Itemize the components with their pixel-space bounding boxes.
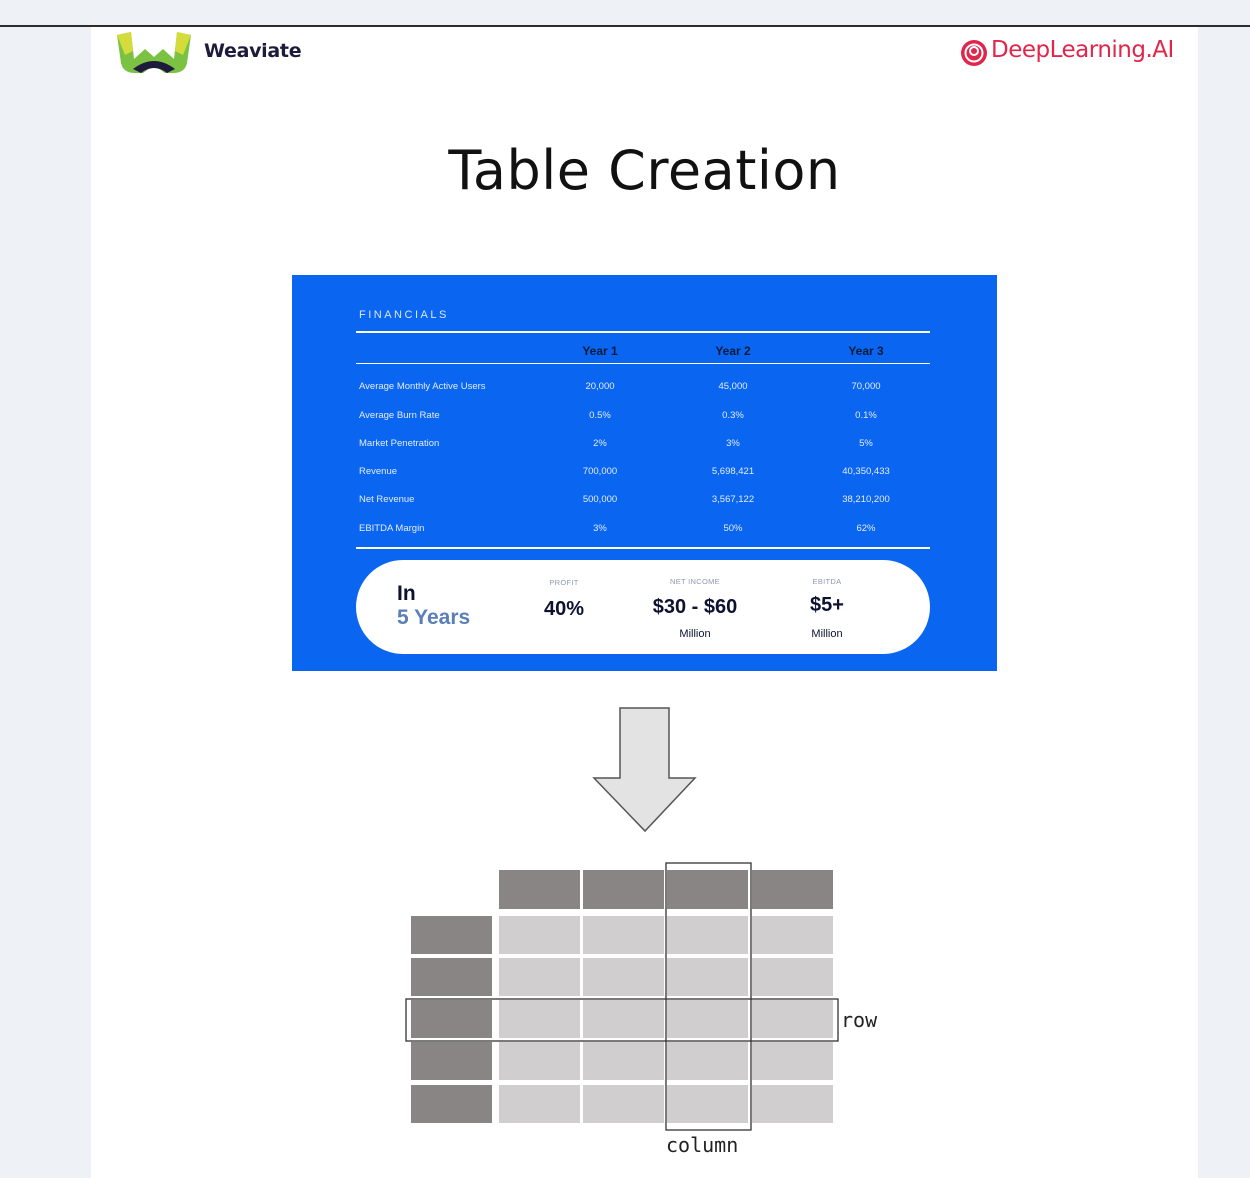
column-label: column — [666, 1133, 739, 1157]
table-body-cell — [667, 958, 748, 996]
down-arrow-icon — [592, 707, 697, 833]
column-header-cell — [499, 870, 580, 909]
column-header-cell — [583, 870, 664, 909]
table-body-cell — [499, 916, 580, 954]
table-body-cell — [667, 1000, 748, 1038]
row-header-cell — [411, 1000, 492, 1038]
table-body-cell — [752, 1042, 833, 1080]
table-body-cell — [583, 1042, 664, 1080]
row-header-cell — [411, 1042, 492, 1080]
column-header-cell — [752, 870, 833, 909]
table-body-cell — [667, 1085, 748, 1123]
table-body-cell — [752, 916, 833, 954]
table-body-cell — [583, 1085, 664, 1123]
table-body-cell — [583, 958, 664, 996]
table-body-cell — [667, 916, 748, 954]
table-body-cell — [499, 1042, 580, 1080]
column-header-cell — [667, 870, 748, 909]
slide: Weaviate DeepLearning.AI Table Creation … — [91, 27, 1198, 1178]
table-body-cell — [583, 1000, 664, 1038]
row-header-cell — [411, 958, 492, 996]
table-body-cell — [667, 1042, 748, 1080]
table-body-cell — [499, 1085, 580, 1123]
table-body-cell — [499, 1000, 580, 1038]
table-body-cell — [752, 1000, 833, 1038]
row-label: row — [841, 1008, 878, 1032]
row-header-cell — [411, 916, 492, 954]
table-body-cell — [583, 916, 664, 954]
table-body-cell — [752, 1085, 833, 1123]
table-body-cell — [499, 958, 580, 996]
table-body-cell — [752, 958, 833, 996]
row-header-cell — [411, 1085, 492, 1123]
table-structure-diagram — [405, 707, 839, 1131]
